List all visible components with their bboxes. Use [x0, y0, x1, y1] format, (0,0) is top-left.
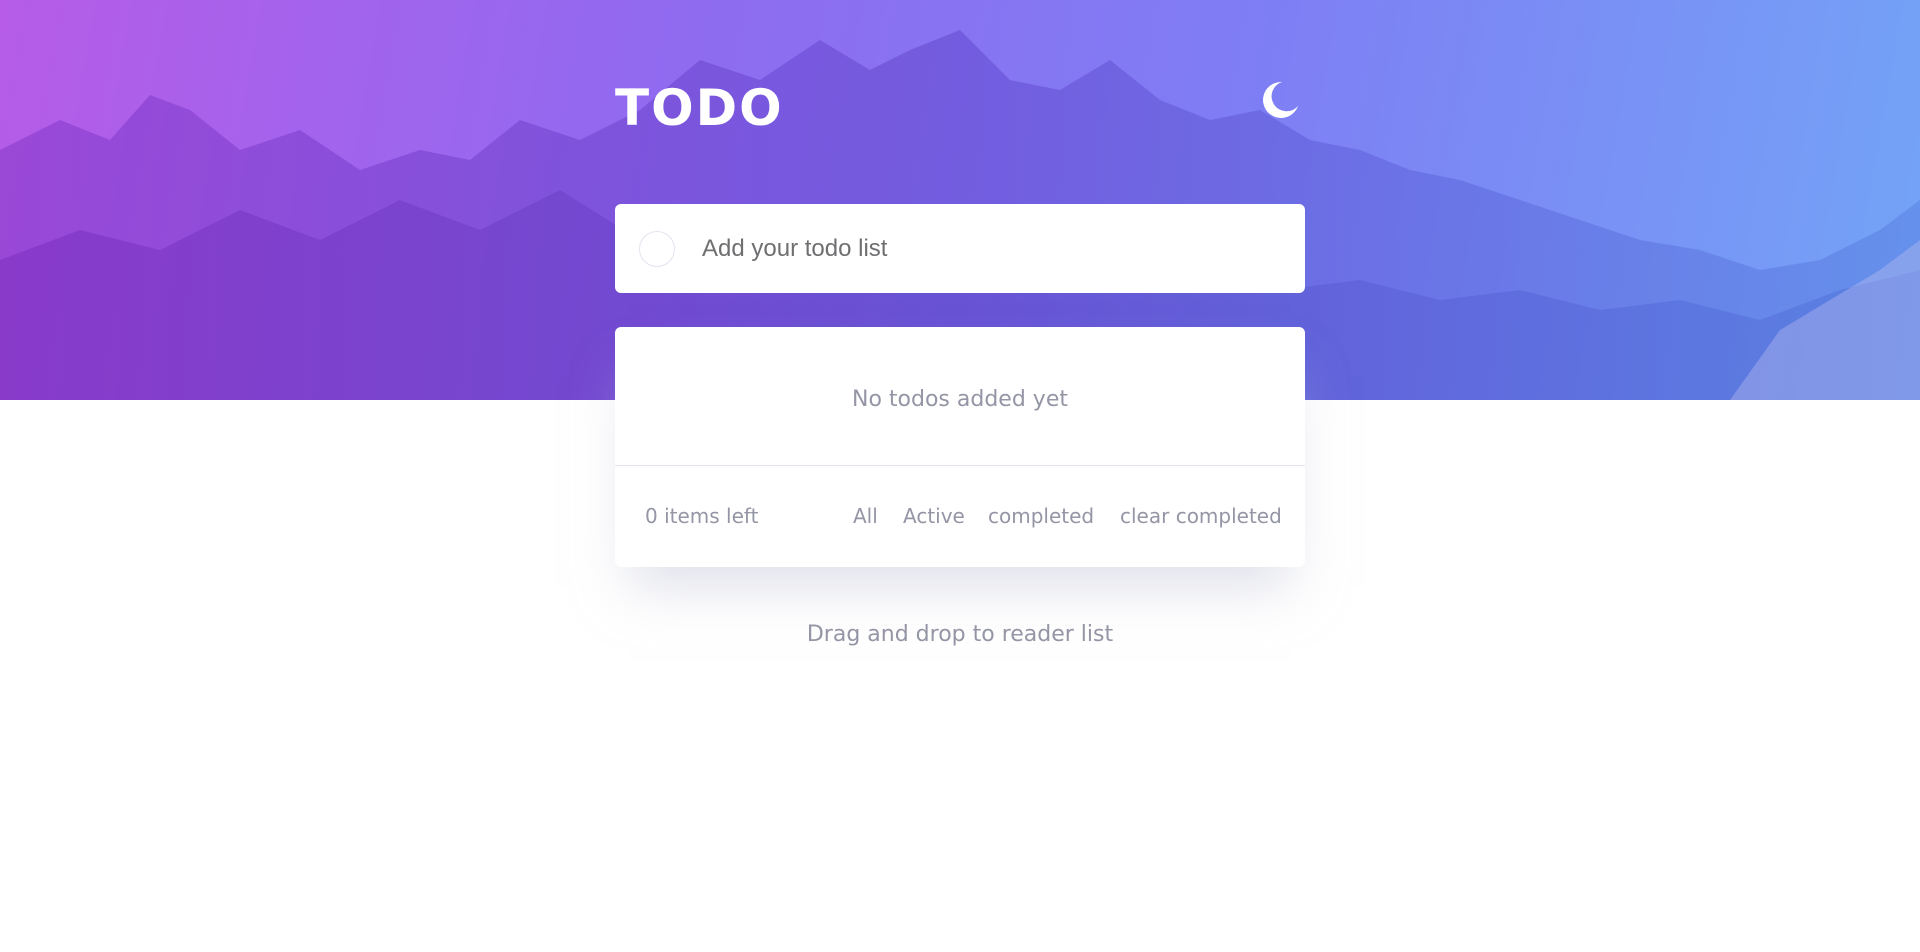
filter-completed[interactable]: completed	[988, 504, 1094, 528]
clear-completed-button[interactable]: clear completed	[1120, 504, 1282, 528]
empty-list-message: No todos added yet	[852, 386, 1068, 412]
filter-active[interactable]: Active	[903, 504, 965, 528]
items-left-count: 0 items left	[645, 504, 759, 528]
new-todo-bar	[615, 204, 1305, 293]
new-todo-checkbox[interactable]	[639, 230, 675, 267]
theme-toggle-button[interactable]	[1258, 78, 1302, 122]
moon-icon	[1263, 81, 1298, 118]
app-header: TODO	[615, 78, 1305, 138]
todo-list-card: No todos added yet 0 items left All Acti…	[615, 327, 1305, 567]
filter-all[interactable]: All	[853, 504, 878, 528]
new-todo-input[interactable]	[702, 228, 1262, 269]
app-title: TODO	[615, 79, 784, 137]
drag-drop-hint: Drag and drop to reader list	[806, 622, 1114, 647]
list-footer: 0 items left All Active completed clear …	[615, 466, 1305, 567]
